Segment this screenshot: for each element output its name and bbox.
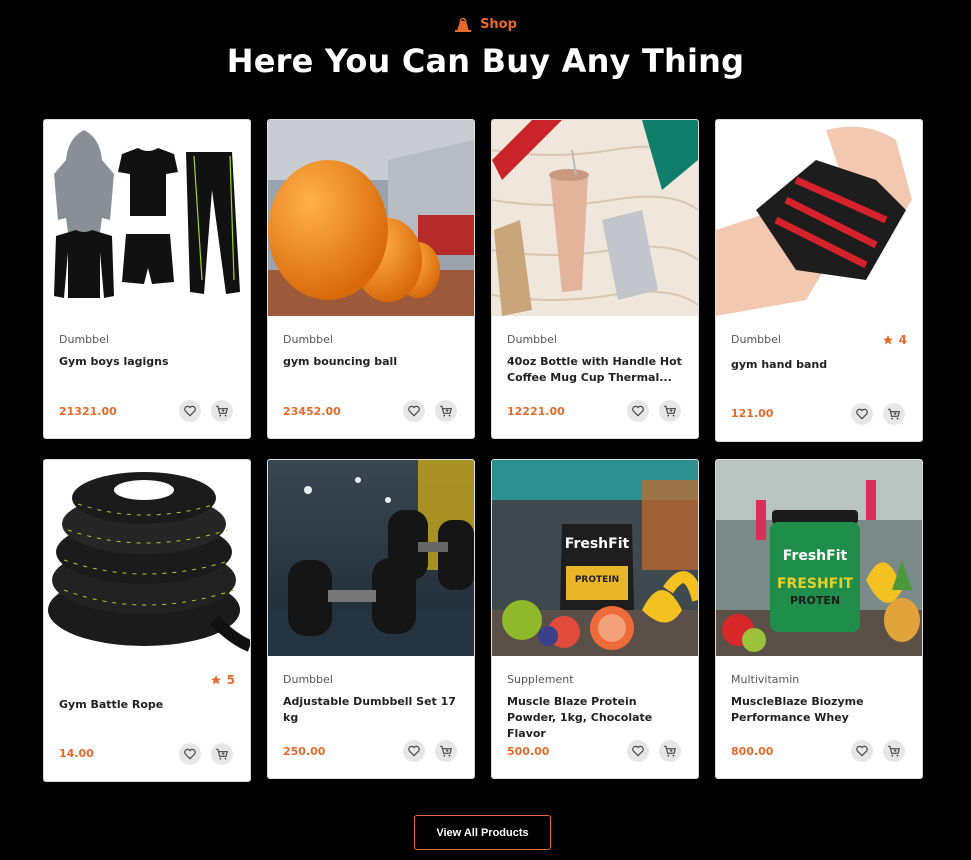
product-name[interactable]: MuscleBlaze Biozyme Performance Whey <box>731 694 910 726</box>
add-to-cart-button[interactable] <box>659 400 681 422</box>
product-card[interactable]: FreshFit PROTEIN Supplement Muscle Blaze… <box>491 459 699 779</box>
cart-icon <box>440 745 452 757</box>
product-image-dumbbells[interactable] <box>268 460 474 656</box>
wishlist-button[interactable] <box>179 400 201 422</box>
product-price: 21321.00 <box>59 405 117 418</box>
jar-label-1-text: FRESHFIT <box>777 576 853 592</box>
product-card[interactable]: 5 Gym Battle Rope 14.00 <box>43 459 251 782</box>
cart-icon <box>664 745 676 757</box>
product-image-protein-jar[interactable]: FreshFit FRESHFIT PROTEN <box>716 460 922 656</box>
pouch-brand-text: FreshFit <box>565 536 630 552</box>
product-name[interactable]: 40oz Bottle with Handle Hot Coffee Mug C… <box>507 354 686 386</box>
heart-icon <box>632 745 644 757</box>
cart-icon <box>664 405 676 417</box>
heart-icon <box>856 745 868 757</box>
add-to-cart-button[interactable] <box>883 740 905 762</box>
add-to-cart-button[interactable] <box>435 740 457 762</box>
heart-icon <box>408 405 420 417</box>
wishlist-button[interactable] <box>403 740 425 762</box>
product-image-wrist-wrap[interactable] <box>716 120 922 316</box>
product-price: 500.00 <box>507 745 550 758</box>
product-price: 23452.00 <box>283 405 341 418</box>
product-image-protein-pouch[interactable]: FreshFit PROTEIN <box>492 460 698 656</box>
heart-icon <box>856 408 868 420</box>
cart-icon <box>216 748 228 760</box>
add-to-cart-button[interactable] <box>211 400 233 422</box>
product-price: 12221.00 <box>507 405 565 418</box>
product-card[interactable]: FreshFit FRESHFIT PROTEN Multivitamin Mu… <box>715 459 923 779</box>
wishlist-button[interactable] <box>627 740 649 762</box>
product-name[interactable]: Muscle Blaze Protein Powder, 1kg, Chocol… <box>507 694 686 742</box>
product-image-tumblers[interactable] <box>492 120 698 316</box>
jar-label-2-text: PROTEN <box>790 594 840 607</box>
rating-value: 5 <box>226 673 235 687</box>
product-category: Dumbbel <box>59 333 109 346</box>
product-image-sportswear[interactable] <box>44 120 250 316</box>
heart-icon <box>408 745 420 757</box>
product-rating: 4 <box>882 333 907 347</box>
star-icon <box>210 675 221 685</box>
product-price: 250.00 <box>283 745 326 758</box>
product-name[interactable]: gym bouncing ball <box>283 354 462 370</box>
add-to-cart-button[interactable] <box>659 740 681 762</box>
heart-icon <box>632 405 644 417</box>
product-card[interactable]: Dumbbel Adjustable Dumbbell Set 17 kg 25… <box>267 459 475 779</box>
product-name[interactable]: Adjustable Dumbbell Set 17 kg <box>283 694 462 726</box>
pouch-label-text: PROTEIN <box>575 575 619 585</box>
product-image-gym-ball[interactable] <box>268 120 474 316</box>
add-to-cart-button[interactable] <box>883 403 905 425</box>
product-price: 14.00 <box>59 747 94 760</box>
wishlist-button[interactable] <box>851 403 873 425</box>
product-card[interactable]: Dumbbel 40oz Bottle with Handle Hot Coff… <box>491 119 699 439</box>
add-to-cart-button[interactable] <box>435 400 457 422</box>
heart-icon <box>184 748 196 760</box>
product-category: Supplement <box>507 673 574 686</box>
product-rating: 5 <box>210 673 235 687</box>
heart-icon <box>184 405 196 417</box>
product-category: Dumbbel <box>731 333 781 346</box>
product-price: 800.00 <box>731 745 774 758</box>
cart-icon <box>888 745 900 757</box>
product-category: Dumbbel <box>283 333 333 346</box>
cart-icon <box>440 405 452 417</box>
product-category: Dumbbel <box>283 673 333 686</box>
wishlist-button[interactable] <box>403 400 425 422</box>
product-price: 121.00 <box>731 407 774 420</box>
product-name[interactable]: Gym Battle Rope <box>59 697 238 713</box>
product-category: Multivitamin <box>731 673 800 686</box>
product-name[interactable]: Gym boys lagigns <box>59 354 238 370</box>
wishlist-button[interactable] <box>627 400 649 422</box>
product-grid: Dumbbel Gym boys lagigns 21321.00 Dumbbe… <box>0 0 971 860</box>
view-all-products-button[interactable]: View All Products <box>414 815 551 850</box>
wishlist-button[interactable] <box>179 743 201 765</box>
product-category: Dumbbel <box>507 333 557 346</box>
cart-icon <box>888 408 900 420</box>
wishlist-button[interactable] <box>851 740 873 762</box>
product-card[interactable]: Dumbbel Gym boys lagigns 21321.00 <box>43 119 251 439</box>
cart-icon <box>216 405 228 417</box>
rating-value: 4 <box>898 333 907 347</box>
product-card[interactable]: Dumbbel gym bouncing ball 23452.00 <box>267 119 475 439</box>
star-icon <box>882 335 893 345</box>
add-to-cart-button[interactable] <box>211 743 233 765</box>
product-image-battle-rope[interactable] <box>44 460 250 656</box>
product-name[interactable]: gym hand band <box>731 357 910 373</box>
product-card[interactable]: Dumbbel 4 gym hand band 121.00 <box>715 119 923 442</box>
jar-brand-text: FreshFit <box>783 548 848 564</box>
